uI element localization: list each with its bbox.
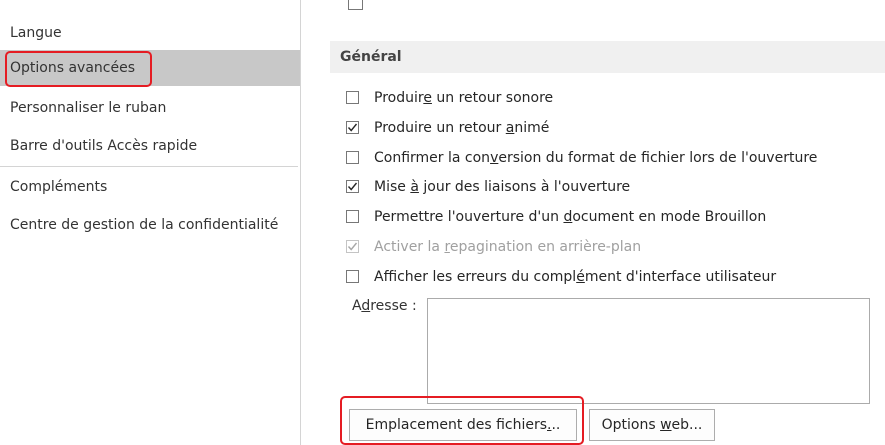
web-options-button[interactable]: Options web... — [589, 409, 715, 441]
checkbox[interactable] — [346, 91, 359, 104]
sidebar-item-label: Compléments — [10, 179, 108, 195]
sidebar-item-barre-outils-acces-rapide[interactable]: Barre d'outils Accès rapide — [0, 128, 300, 164]
checkbox[interactable] — [348, 0, 363, 10]
section-title: Général — [340, 49, 402, 65]
option-label: Activer la repagination en arrière-plan — [374, 239, 642, 255]
address-label: Adresse : — [352, 298, 417, 314]
checkbox[interactable] — [346, 180, 359, 193]
option-row[interactable]: Mise à jour des liaisons à l'ouverture — [346, 175, 876, 199]
sidebar-item-complements[interactable]: Compléments — [0, 169, 300, 205]
checkbox — [346, 240, 359, 253]
options-sidebar: Langue Options avancées Personnaliser le… — [0, 0, 300, 445]
option-row[interactable]: Confirmer la conversion du format de fic… — [346, 146, 876, 170]
sidebar-item-langue[interactable]: Langue — [0, 15, 300, 51]
option-row-partial — [372, 0, 632, 8]
checkbox[interactable] — [346, 121, 359, 134]
checkmark-icon — [347, 182, 358, 191]
sidebar-item-label: Centre de gestion de la confidentialité — [10, 217, 279, 233]
file-locations-button[interactable]: Emplacement des fichiers... — [349, 409, 577, 441]
option-row[interactable]: Afficher les erreurs du complément d'int… — [346, 265, 876, 289]
option-label: Mise à jour des liaisons à l'ouverture — [374, 179, 631, 195]
checkmark-icon — [347, 123, 358, 132]
sidebar-item-centre-confidentialite[interactable]: Centre de gestion de la confidentialité — [0, 207, 300, 243]
option-row[interactable]: Produire un retour sonore — [346, 86, 876, 110]
sidebar-item-label: Personnaliser le ruban — [10, 100, 167, 116]
option-row[interactable]: Produire un retour animé — [346, 116, 876, 140]
sidebar-item-label: Barre d'outils Accès rapide — [10, 138, 198, 154]
option-label: Confirmer la conversion du format de fic… — [374, 150, 818, 166]
option-label: Afficher les erreurs du complément d'int… — [374, 269, 777, 285]
sidebar-item-options-avancees[interactable]: Options avancées — [0, 50, 300, 86]
address-field[interactable] — [427, 298, 870, 404]
sidebar-item-personnaliser-ruban[interactable]: Personnaliser le ruban — [0, 90, 300, 126]
checkbox[interactable] — [346, 270, 359, 283]
checkbox[interactable] — [346, 210, 359, 223]
option-label: Permettre l'ouverture d'un document en m… — [374, 209, 767, 225]
option-row[interactable]: Permettre l'ouverture d'un document en m… — [346, 205, 876, 229]
option-label: Produire un retour animé — [374, 120, 550, 136]
panel-divider — [300, 0, 301, 445]
section-header: Général — [330, 41, 885, 73]
checkmark-icon — [347, 242, 358, 251]
option-label: Produire un retour sonore — [374, 90, 554, 106]
sidebar-item-label: Langue — [10, 25, 62, 41]
sidebar-item-label: Options avancées — [10, 60, 136, 76]
checkbox[interactable] — [346, 151, 359, 164]
sidebar-divider — [0, 166, 298, 167]
option-row: Activer la repagination en arrière-plan — [346, 235, 876, 259]
